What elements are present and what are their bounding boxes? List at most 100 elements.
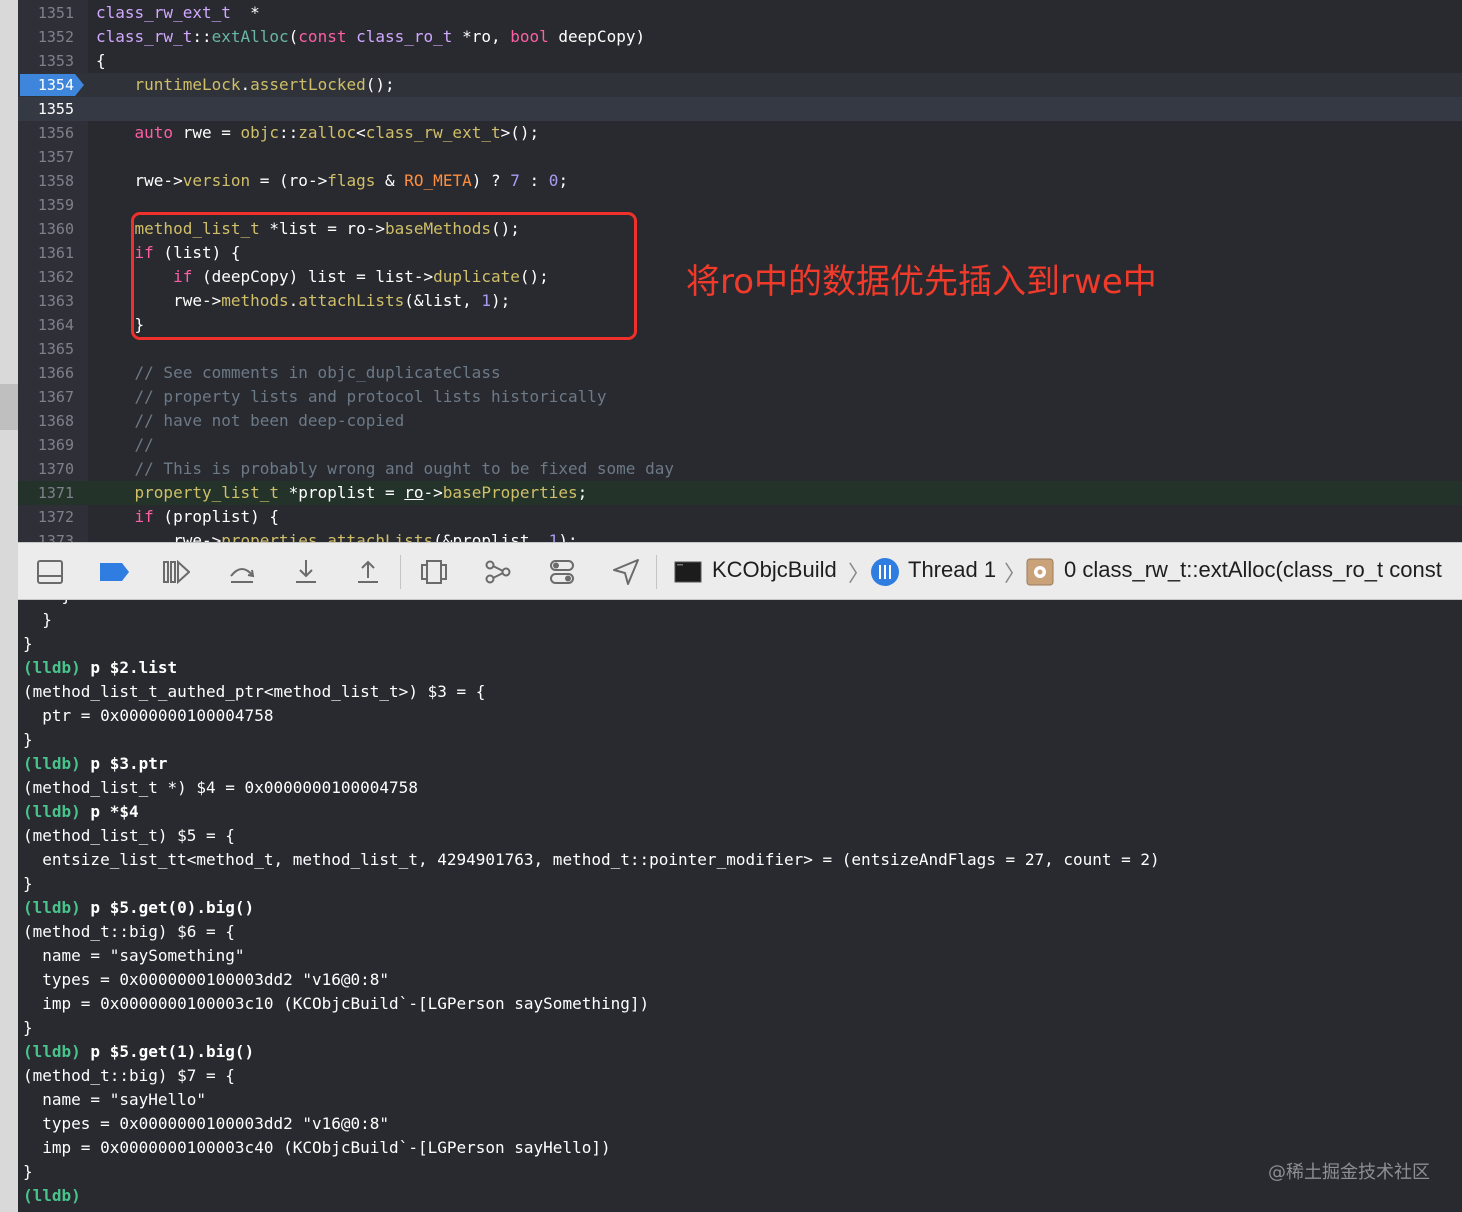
line-number: 1366 — [37, 364, 74, 382]
console-output: } — [23, 600, 72, 605]
code-text: auto rwe = objc::zalloc<class_rw_ext_t>(… — [96, 121, 540, 145]
code-line[interactable]: 1358 rwe->version = (ro->flags & RO_META… — [18, 169, 1462, 193]
code-token: // This is probably wrong and ought to b… — [96, 459, 674, 478]
code-token: 7 — [510, 171, 520, 190]
console-line: } — [23, 608, 52, 632]
console-line: (lldb) — [23, 1184, 81, 1208]
console-line: ptr = 0x0000000100004758 — [23, 704, 273, 728]
console-line: } — [23, 1016, 33, 1040]
terminal-icon — [674, 561, 702, 583]
code-line[interactable]: 1355 — [18, 97, 1462, 121]
code-line[interactable]: 1372 if (proplist) { — [18, 505, 1462, 529]
code-token: ) ? — [471, 171, 511, 190]
code-line[interactable]: 1351 class_rw_ext_t * — [18, 1, 1462, 25]
code-token: < — [356, 123, 366, 142]
lldb-command: p $5.get(1).big() — [80, 1042, 255, 1061]
breakpoints-toggle-icon[interactable] — [98, 558, 130, 586]
code-token: (); — [365, 75, 395, 94]
code-token: ro — [404, 483, 424, 502]
lldb-console[interactable]: } }} (lldb) p $2.list (method_list_t_authe… — [18, 600, 1462, 1212]
lldb-prompt: (lldb) — [23, 1186, 81, 1205]
line-number: 1361 — [37, 244, 74, 262]
code-line[interactable]: 1357 — [18, 145, 1462, 169]
code-line[interactable]: 1354 runtimeLock.assertLocked(); — [18, 73, 1462, 97]
annotation-text: 将ro中的数据优先插入到rwe中 — [686, 262, 1157, 302]
code-text: { — [96, 49, 106, 73]
code-token: objc — [240, 123, 280, 142]
code-line[interactable]: 1366 // See comments in objc_duplicateCl… — [18, 361, 1462, 385]
breadcrumb-thread[interactable]: Thread 1 — [908, 557, 996, 583]
console-line: types = 0x0000000100003dd2 "v16@0:8" — [23, 968, 389, 992]
code-line[interactable]: 1368 // have not been deep-copied — [18, 409, 1462, 433]
code-text: // have not been deep-copied — [96, 409, 405, 433]
view-debugger-icon[interactable] — [420, 558, 448, 586]
console-output: types = 0x0000000100003dd2 "v16@0:8" — [23, 1114, 390, 1133]
code-token: zalloc — [298, 123, 357, 142]
lldb-prompt: (lldb) — [23, 802, 81, 821]
code-token: ; — [558, 171, 569, 190]
code-line[interactable]: 1371 property_list_t *proplist = ro->bas… — [18, 481, 1462, 505]
environment-overrides-icon[interactable] — [548, 558, 576, 586]
code-token: assertLocked — [250, 75, 366, 94]
breadcrumb-target[interactable]: KCObjcBuild — [712, 557, 837, 583]
code-token: (proplist) { — [153, 507, 280, 526]
console-line: name = "saySomething" — [23, 944, 244, 968]
console-output: (method_list_t_authed_ptr<method_list_t>… — [23, 682, 486, 701]
console-line: imp = 0x0000000100003c10 (KCObjcBuild`-[… — [23, 992, 649, 1016]
code-line[interactable]: 1365 — [18, 337, 1462, 361]
simulate-location-icon[interactable] — [612, 558, 640, 586]
code-line[interactable]: 1356 auto rwe = objc::zalloc<class_rw_ex… — [18, 121, 1462, 145]
line-number: 1359 — [37, 196, 74, 214]
console-line: (method_t::big) $7 = { — [23, 1064, 235, 1088]
code-token: { — [96, 51, 106, 70]
hide-debug-area-icon[interactable] — [36, 558, 64, 586]
line-number: 1360 — [37, 220, 74, 238]
step-out-icon[interactable] — [354, 558, 382, 586]
code-line[interactable]: 1373 rwe->properties.attachLists(&propli… — [18, 529, 1462, 542]
code-token: * — [230, 3, 260, 22]
console-output: (method_list_t) $5 = { — [23, 826, 235, 845]
code-token: RO_META — [404, 171, 472, 190]
left-navigator-strip — [0, 0, 18, 1212]
code-token: :: — [279, 123, 299, 142]
code-token: extAlloc — [211, 27, 289, 46]
line-number: 1356 — [37, 124, 74, 142]
line-number: 1363 — [37, 292, 74, 310]
code-token: baseProperties — [442, 483, 578, 502]
code-line[interactable]: 1353 { — [18, 49, 1462, 73]
code-text: // — [96, 433, 154, 457]
code-line[interactable]: 1369 // — [18, 433, 1462, 457]
lldb-command: p $3.ptr — [80, 754, 168, 773]
code-token: 1 — [548, 531, 559, 542]
lldb-command: p $2.list — [80, 658, 178, 677]
code-token: bool — [510, 27, 549, 46]
debug-toolbar: KCObjcBuild 〉 Thread 1 〉 0 class_rw_t::e… — [18, 542, 1462, 600]
code-token: : — [519, 171, 549, 190]
console-output: name = "sayHello" — [23, 1090, 207, 1109]
stack-frame-gear-icon — [1026, 558, 1054, 586]
console-output: ptr = 0x0000000100004758 — [23, 706, 274, 725]
code-token: . — [317, 531, 328, 542]
code-token: ); — [558, 531, 578, 542]
source-editor[interactable]: 1351 class_rw_ext_t * 1352 class_rw_t::extA… — [18, 0, 1462, 542]
step-into-icon[interactable] — [292, 558, 320, 586]
code-token: -> — [423, 483, 443, 502]
code-text: // This is probably wrong and ought to b… — [96, 457, 674, 481]
continue-icon[interactable] — [162, 558, 190, 586]
code-line[interactable]: 1367 // property lists and protocol list… — [18, 385, 1462, 409]
code-text: class_rw_ext_t * — [96, 1, 260, 25]
code-text: class_rw_t::extAlloc(const class_ro_t *r… — [96, 25, 645, 49]
console-line: } — [23, 1160, 33, 1184]
console-output: } — [23, 730, 33, 749]
console-line: name = "sayHello" — [23, 1088, 206, 1112]
code-line[interactable]: 1370 // This is probably wrong and ought… — [18, 457, 1462, 481]
step-over-icon[interactable] — [228, 558, 256, 586]
console-output: (method_list_t *) $4 = 0x000000010000475… — [23, 778, 418, 797]
console-output: } — [23, 634, 33, 653]
code-line[interactable]: 1352 class_rw_t::extAlloc(const class_ro_… — [18, 25, 1462, 49]
memory-graph-icon[interactable] — [484, 558, 512, 586]
breadcrumb-frame[interactable]: 0 class_rw_t::extAlloc(class_ro_t const — [1064, 557, 1442, 583]
